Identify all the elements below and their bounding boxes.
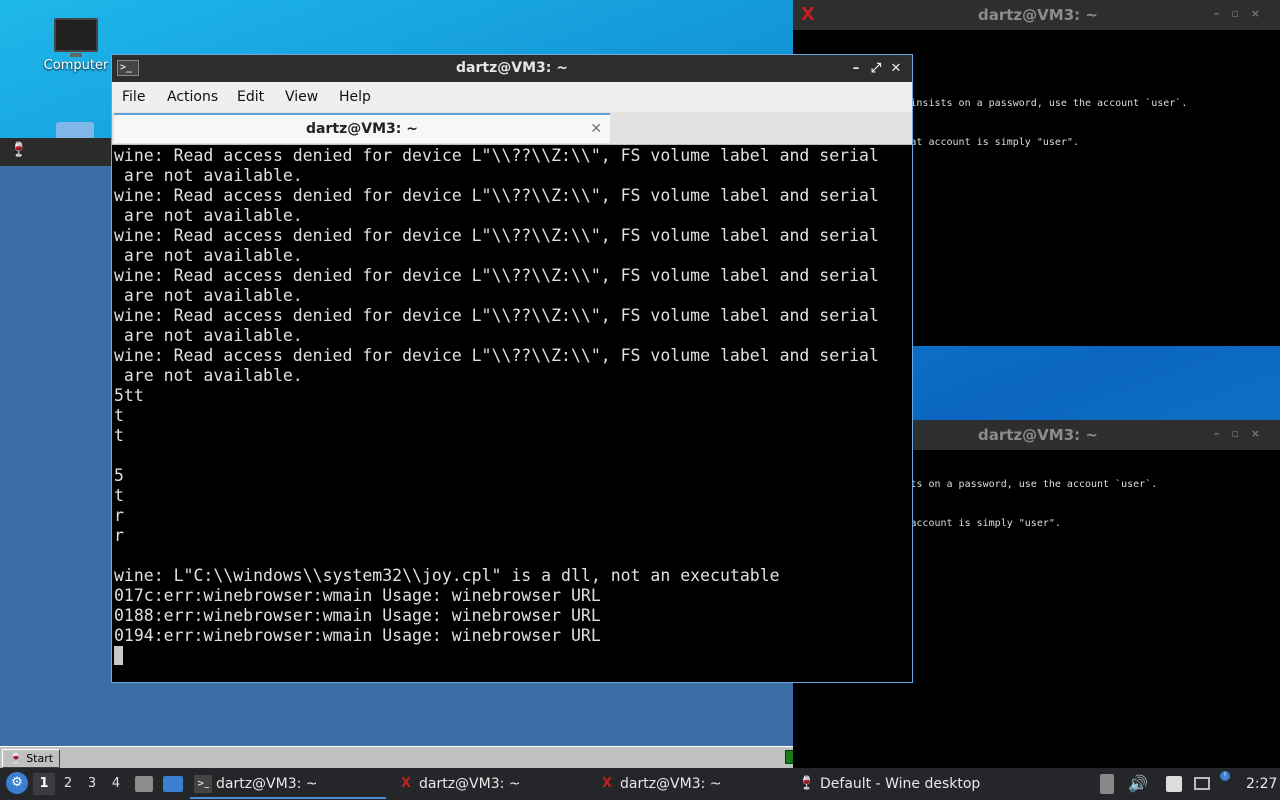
terminal-line: wine: Read access denied for device L"\\… bbox=[114, 146, 879, 165]
terminal-line: t bbox=[114, 426, 124, 445]
show-desktop-icon[interactable] bbox=[163, 776, 183, 792]
task-terminal[interactable]: >_ dartz@VM3: ~ bbox=[190, 769, 386, 799]
task-xterm-2[interactable]: X dartz@VM3: ~ bbox=[594, 769, 816, 799]
wine-glass-icon: 🍷 bbox=[10, 142, 28, 158]
terminal-icon: >_ bbox=[117, 60, 139, 76]
close-button[interactable]: ✕ bbox=[886, 55, 906, 82]
text-cursor bbox=[114, 646, 123, 665]
minimize-button[interactable]: – bbox=[846, 55, 866, 82]
terminal-output[interactable]: wine: Read access denied for device L"\\… bbox=[114, 146, 910, 680]
task-label: dartz@VM3: ~ bbox=[419, 776, 521, 792]
wine-desktop-titlebar: 🍷 bbox=[0, 138, 112, 166]
wine-glass-icon: 🍷 bbox=[9, 752, 23, 765]
wine-start-button[interactable]: 🍷 Start bbox=[2, 749, 61, 768]
terminal-line: t bbox=[114, 406, 124, 425]
desktop-icon-label: Computer bbox=[43, 58, 109, 73]
terminal-line: wine: Read access denied for device L"\\… bbox=[114, 226, 879, 245]
desktop-icon-computer[interactable]: Computer bbox=[40, 18, 112, 73]
terminal-line: 5 bbox=[114, 466, 124, 485]
window-controls[interactable]: –▫× bbox=[1214, 7, 1272, 20]
terminal-line: wine: Read access denied for device L"\\… bbox=[114, 266, 879, 285]
start-label: Start bbox=[26, 752, 54, 765]
x-logo-icon: X bbox=[801, 4, 815, 25]
terminal-line: wine: Read access denied for device L"\\… bbox=[114, 186, 879, 205]
menu-file[interactable]: File bbox=[122, 89, 145, 105]
network-icon[interactable] bbox=[1194, 777, 1210, 790]
terminal-line: are not available. bbox=[114, 326, 303, 345]
task-label: dartz@VM3: ~ bbox=[620, 776, 722, 792]
terminal-line: 0194:err:winebrowser:wmain Usage: winebr… bbox=[114, 626, 601, 645]
xterm-icon: X bbox=[400, 776, 412, 791]
prompt-line bbox=[114, 646, 910, 666]
xterm-title: dartz@VM3: ~ bbox=[978, 426, 1098, 444]
terminal-line: are not available. bbox=[114, 166, 303, 185]
terminal-window[interactable]: >_ dartz@VM3: ~ – ⤢ ✕ File Actions Edit Vi… bbox=[111, 54, 913, 683]
task-wine-desktop[interactable]: 🍷 Default - Wine desktop bbox=[794, 769, 1080, 799]
terminal-line: 0188:err:winebrowser:wmain Usage: winebr… bbox=[114, 606, 601, 625]
terminal-line: r bbox=[114, 526, 124, 545]
terminal-line: t bbox=[114, 486, 124, 505]
tab-terminal[interactable]: dartz@VM3: ~ ✕ bbox=[114, 113, 610, 143]
task-xterm-1[interactable]: X dartz@VM3: ~ bbox=[393, 769, 615, 799]
terminal-line: are not available. bbox=[114, 246, 303, 265]
menu-actions[interactable]: Actions bbox=[167, 89, 218, 105]
xterm-icon: X bbox=[601, 776, 613, 791]
terminal-line: wine: Read access denied for device L"\\… bbox=[114, 346, 879, 365]
terminal-line: wine: Read access denied for device L"\\… bbox=[114, 306, 879, 325]
desktop-switch-2[interactable]: 2 bbox=[57, 773, 79, 795]
notification-icon[interactable]: ! bbox=[1220, 771, 1230, 781]
volume-icon[interactable]: 🔊 bbox=[1128, 768, 1148, 800]
terminal-line: wine: L"C:\\windows\\system32\\joy.cpl" … bbox=[114, 566, 780, 585]
menu-view[interactable]: View bbox=[285, 89, 318, 105]
task-label: dartz@VM3: ~ bbox=[216, 776, 318, 792]
tab-close-icon[interactable]: ✕ bbox=[590, 115, 602, 143]
terminal-line: r bbox=[114, 506, 124, 525]
clipboard-icon[interactable] bbox=[1166, 776, 1182, 792]
maximize-button[interactable]: ⤢ bbox=[866, 55, 886, 82]
desktop-switch-4[interactable]: 4 bbox=[105, 773, 127, 795]
tab-bar: dartz@VM3: ~ ✕ bbox=[112, 112, 912, 145]
terminal-line: 017c:err:winebrowser:wmain Usage: winebr… bbox=[114, 586, 601, 605]
terminal-line: are not available. bbox=[114, 366, 303, 385]
desktop-switch-3[interactable]: 3 bbox=[81, 773, 103, 795]
taskbar: ⚙ 1 2 3 4 >_ dartz@VM3: ~ X dartz@VM3: ~… bbox=[0, 768, 1280, 800]
wine-icon: 🍷 bbox=[798, 776, 816, 791]
wine-taskbar: 🍷 Start bbox=[0, 746, 803, 769]
window-controls[interactable]: –▫× bbox=[1214, 427, 1272, 440]
clock[interactable]: 2:27 bbox=[1246, 768, 1277, 800]
terminal-titlebar[interactable]: >_ dartz@VM3: ~ – ⤢ ✕ bbox=[112, 55, 912, 82]
xterm-title: dartz@VM3: ~ bbox=[978, 6, 1098, 24]
window-title: dartz@VM3: ~ bbox=[456, 60, 568, 76]
tab-label: dartz@VM3: ~ bbox=[306, 121, 418, 137]
terminal-line: are not available. bbox=[114, 206, 303, 225]
file-manager-icon[interactable] bbox=[135, 776, 153, 792]
xterm-titlebar[interactable]: X dartz@VM3: ~ –▫× bbox=[793, 0, 1280, 30]
menu-help[interactable]: Help bbox=[339, 89, 371, 105]
menu-edit[interactable]: Edit bbox=[237, 89, 264, 105]
terminal-icon: >_ bbox=[194, 775, 212, 793]
terminal-line: 5tt bbox=[114, 386, 144, 405]
task-label: Default - Wine desktop bbox=[820, 776, 981, 792]
menu-bar: File Actions Edit View Help bbox=[112, 82, 912, 113]
start-menu-icon[interactable]: ⚙ bbox=[6, 772, 28, 794]
computer-icon bbox=[54, 18, 98, 57]
desktop-switch-1[interactable]: 1 bbox=[33, 773, 55, 795]
terminal-line: are not available. bbox=[114, 286, 303, 305]
storage-icon[interactable] bbox=[1100, 774, 1114, 794]
